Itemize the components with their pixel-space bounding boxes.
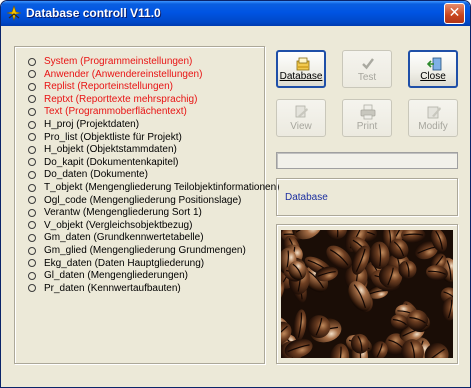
table-list-item-label: System (Programmeinstellungen) (44, 56, 193, 67)
radio-button[interactable] (28, 246, 36, 255)
table-list-item[interactable]: Pro_list (Objektliste für Projekt) (15, 131, 260, 144)
table-list-item[interactable]: System (Programmeinstellungen) (15, 55, 260, 68)
table-list-item-label: Verantw (Mengengliederung Sort 1) (44, 207, 202, 219)
status-field (276, 152, 458, 169)
table-list-panel: System (Programmeinstellungen) Anwender (… (14, 46, 280, 364)
table-list-item[interactable]: Text (Programmoberflächentext) (15, 105, 260, 118)
table-list-item-label: Anwender (Anwendereinstellungen) (44, 68, 203, 80)
radio-button[interactable] (28, 70, 36, 79)
print-button-label: Print (356, 121, 378, 132)
window-close-button[interactable]: ✕ (444, 3, 465, 24)
view-button[interactable]: View (276, 99, 326, 137)
database-button[interactable]: Database (276, 50, 326, 88)
view-icon (295, 105, 308, 118)
table-list-item-label: Do_kapit (Dokumentenkapitel) (44, 156, 179, 168)
coffee-beans-image (281, 230, 453, 358)
table-list-item[interactable]: Replist (Reporteinstellungen) (15, 80, 260, 93)
radio-button[interactable] (28, 284, 36, 293)
window-title: Database controll V11.0 (26, 6, 161, 20)
radio-button[interactable] (28, 221, 36, 230)
table-list-item-label: Gm_daten (Grundkennwertetabelle) (44, 232, 204, 244)
table-list-item[interactable]: Gl_daten (Mengengliederungen) (15, 269, 260, 282)
table-list-item[interactable]: Anwender (Anwendereinstellungen) (15, 68, 260, 81)
table-list-item-label: Pro_list (Objektliste für Projekt) (44, 131, 182, 143)
table-list-item[interactable]: Gm_daten (Grundkennwertetabelle) (15, 231, 260, 244)
image-panel (276, 224, 458, 364)
table-list-item-label: Gl_daten (Mengengliederungen) (44, 270, 188, 282)
app-logo-icon (6, 5, 22, 21)
radio-button[interactable] (28, 57, 36, 66)
table-list-item[interactable]: Pr_daten (Kennwertaufbauten) (15, 282, 260, 295)
radio-button[interactable] (28, 183, 36, 192)
radio-button[interactable] (28, 145, 36, 154)
radio-button[interactable] (28, 82, 36, 91)
radio-button[interactable] (28, 120, 36, 129)
modify-button[interactable]: Modify (408, 99, 458, 137)
database-icon (296, 57, 310, 71)
database-label: Database (285, 192, 328, 203)
table-list-item-label: H_objekt (Objektstammdaten) (44, 144, 177, 156)
close-button[interactable]: Close (408, 50, 458, 88)
checkmark-icon (362, 58, 374, 70)
view-button-label: View (290, 121, 312, 132)
table-list-item[interactable]: Ekg_daten (Daten Hauptgliederung) (15, 257, 260, 270)
client-area: System (Programmeinstellungen) Anwender (… (4, 26, 467, 386)
database-info-panel: Database (276, 178, 458, 216)
test-button-label: Test (357, 72, 377, 83)
table-list-item-label: H_proj (Projektdaten) (44, 119, 140, 130)
radio-button[interactable] (28, 107, 36, 116)
table-list-item[interactable]: Reptxt (Reporttexte mehrsprachig) (15, 93, 260, 106)
table-list-item[interactable]: V_objekt (Vergleichsobjektbezug) (15, 219, 260, 232)
table-list-item[interactable]: T_objekt (Mengengliederung Teilobjektinf… (15, 181, 280, 194)
table-list-item-label: Ogl_code (Mengengliederung Positionslage… (44, 194, 242, 206)
radio-button[interactable] (28, 133, 36, 142)
table-list-item-label: Ekg_daten (Daten Hauptgliederung) (44, 257, 205, 269)
table-list-item[interactable]: Gm_glied (Mengengliederung Grundmengen) (15, 244, 260, 257)
radio-button[interactable] (28, 259, 36, 268)
close-icon: ✕ (448, 5, 461, 21)
table-list-item-label: Reptxt (Reporttexte mehrsprachig) (44, 93, 198, 105)
print-button[interactable]: Print (342, 99, 392, 137)
door-exit-icon (427, 57, 442, 71)
radio-button[interactable] (28, 158, 36, 167)
table-list-item[interactable]: H_proj (Projektdaten) (15, 118, 260, 131)
radio-button[interactable] (28, 95, 36, 104)
radio-button[interactable] (28, 196, 36, 205)
table-list-item-label: T_objekt (Mengengliederung Teilobjektinf… (44, 182, 280, 193)
test-button[interactable]: Test (342, 50, 392, 88)
table-list-item-label: Replist (Reporteinstellungen) (44, 81, 173, 93)
radio-button[interactable] (28, 170, 36, 179)
table-list-item-label: Pr_daten (Kennwertaufbauten) (44, 282, 181, 294)
printer-icon (360, 104, 376, 120)
table-list-item-label: Do_daten (Dokumente) (44, 169, 148, 181)
radio-button[interactable] (28, 271, 36, 280)
database-control-window: Database controll V11.0 ✕ System (Progra… (0, 0, 471, 388)
title-bar[interactable]: Database controll V11.0 ✕ (1, 1, 470, 26)
radio-button[interactable] (28, 208, 36, 217)
table-list-item[interactable]: Do_daten (Dokumente) (15, 168, 260, 181)
radio-button[interactable] (28, 233, 36, 242)
close-button-label: Close (420, 71, 446, 82)
table-list-item-label: Text (Programmoberflächentext) (44, 106, 187, 118)
table-list-item[interactable]: H_objekt (Objektstammdaten) (15, 143, 260, 156)
table-list-item-label: V_objekt (Vergleichsobjektbezug) (44, 219, 193, 231)
table-list-item-label: Gm_glied (Mengengliederung Grundmengen) (44, 245, 246, 256)
modify-button-label: Modify (418, 121, 448, 132)
database-button-label: Database (279, 71, 323, 82)
table-list-item[interactable]: Do_kapit (Dokumentenkapitel) (15, 156, 260, 169)
table-list-item[interactable]: Ogl_code (Mengengliederung Positionslage… (15, 194, 260, 207)
table-list-item[interactable]: Verantw (Mengengliederung Sort 1) (15, 206, 260, 219)
modify-icon (427, 106, 441, 119)
